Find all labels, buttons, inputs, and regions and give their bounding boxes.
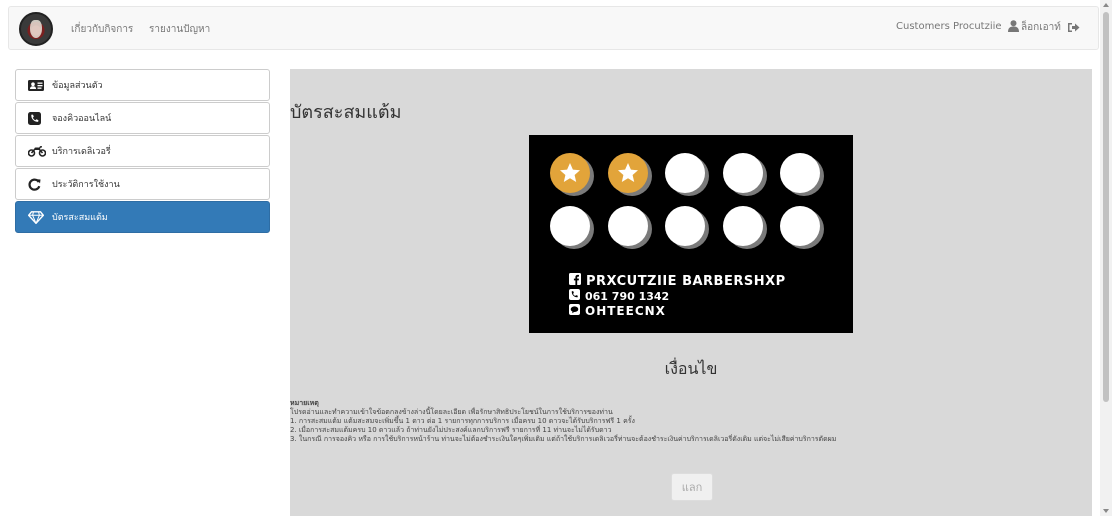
notes-item-1: 1. การสะสมแต้ม แต้มสะสมจะเพิ่มขึ้น 1 ดาว… [290,417,635,425]
notes-block: หมายเหตุ โปรดอ่านและทำความเข้าใจข้อตกลงข… [290,399,836,444]
stamp-empty [665,153,709,196]
motorcycle-icon [28,145,46,157]
facebook-icon [569,273,581,289]
id-card-icon [28,79,46,91]
page-scrollbar[interactable] [1100,0,1112,516]
nav-logout-label: ล็อกเอาท์ [1021,22,1061,33]
sidebar-item-profile[interactable]: ข้อมูลส่วนตัว [15,69,270,101]
sidebar-item-booking[interactable]: จองคิวออนไลน์ [15,102,270,134]
nav-user-label: Customers Procutziie [896,20,1002,32]
notes-heading: หมายเหตุ [290,399,319,407]
points-card: PRXCUTZIIE BARBERSHXP 061 790 1342 OHTEE… [529,135,853,333]
stamp-empty [780,153,824,196]
line-app-icon [569,304,580,319]
card-phone-number: 061 790 1342 [585,290,670,303]
nav-user-menu[interactable]: Customers Procutziie [896,20,1019,32]
sidebar-item-label: ข้อมูลส่วนตัว [52,81,103,91]
history-icon [28,178,46,191]
nav-link-about[interactable]: เกี่ยวกับกิจการ [71,22,133,37]
stamp-empty [607,206,652,249]
stamp-filled [607,153,652,196]
scroll-down-arrow-icon[interactable] [1103,509,1109,513]
sidebar-item-label: บริการเดลิเวอรี่ [52,147,111,157]
user-icon [1007,20,1019,32]
notes-item-3: 3. ในกรณี การจองคิว หรือ การใช้บริการหน้… [290,435,837,443]
sidebar-item-delivery[interactable]: บริการเดลิเวอรี่ [15,135,270,167]
sidebar-item-label: บัตรสะสมแต้ม [52,213,108,223]
notes-intro: โปรดอ่านและทำความเข้าใจข้อตกลงข้างล่างนี… [290,408,613,416]
content-panel: บัตรสะสมแต้ม PRXCUTZIIE BARBERSHXP 061 7… [290,69,1092,516]
stamp-empty [722,206,767,249]
page-title: บัตรสะสมแต้ม [290,102,402,123]
card-line-id-line: OHTEECNX [569,304,786,319]
diamond-icon [28,210,46,224]
sidebar-item-history[interactable]: ประวัติการใช้งาน [15,168,270,200]
sidebar-item-label: จองคิวออนไลน์ [52,114,112,124]
stamp-empty [780,206,824,249]
star-icon [560,163,580,182]
notes-item-2: 2. เมื่อการสะสมแต้มครบ 10 ดาวแล้ว ถ้าท่า… [290,426,612,434]
card-phone-line: 061 790 1342 [569,289,786,304]
scrollbar-thumb[interactable] [1103,12,1109,402]
nav-link-report[interactable]: รายงานปัญหา [149,22,210,37]
card-shop-line: PRXCUTZIIE BARBERSHXP [569,273,786,289]
card-contact-info: PRXCUTZIIE BARBERSHXP 061 790 1342 OHTEE… [569,273,786,319]
sidebar-item-label: ประวัติการใช้งาน [52,180,120,190]
sign-out-icon [1067,22,1080,33]
star-icon [617,163,638,182]
phone-icon [28,111,46,125]
phone-square-icon [569,289,580,304]
card-shop-name: PRXCUTZIIE BARBERSHXP [586,273,786,289]
top-navbar: เกี่ยวกับกิจการ รายงานปัญหา Customers Pr… [8,6,1099,50]
sidebar-item-points-card[interactable]: บัตรสะสมแต้ม [15,201,270,233]
stamp-empty [550,206,594,249]
page: เกี่ยวกับกิจการ รายงานปัญหา Customers Pr… [0,0,1112,516]
scroll-up-arrow-icon[interactable] [1103,3,1109,7]
conditions-title: เงื่อนไข [664,359,718,378]
stamp-empty [665,206,709,249]
card-line-id: OHTEECNX [585,304,666,318]
brand-logo[interactable] [19,12,53,46]
redeem-button[interactable]: แลก [671,473,713,501]
stamp-empty [722,153,767,196]
stamp-filled [550,153,594,196]
sidebar: ข้อมูลส่วนตัว จองคิวออนไลน์ บริการเดลิเว… [15,69,270,234]
nav-logout-link[interactable]: ล็อกเอาท์ [1021,20,1080,35]
